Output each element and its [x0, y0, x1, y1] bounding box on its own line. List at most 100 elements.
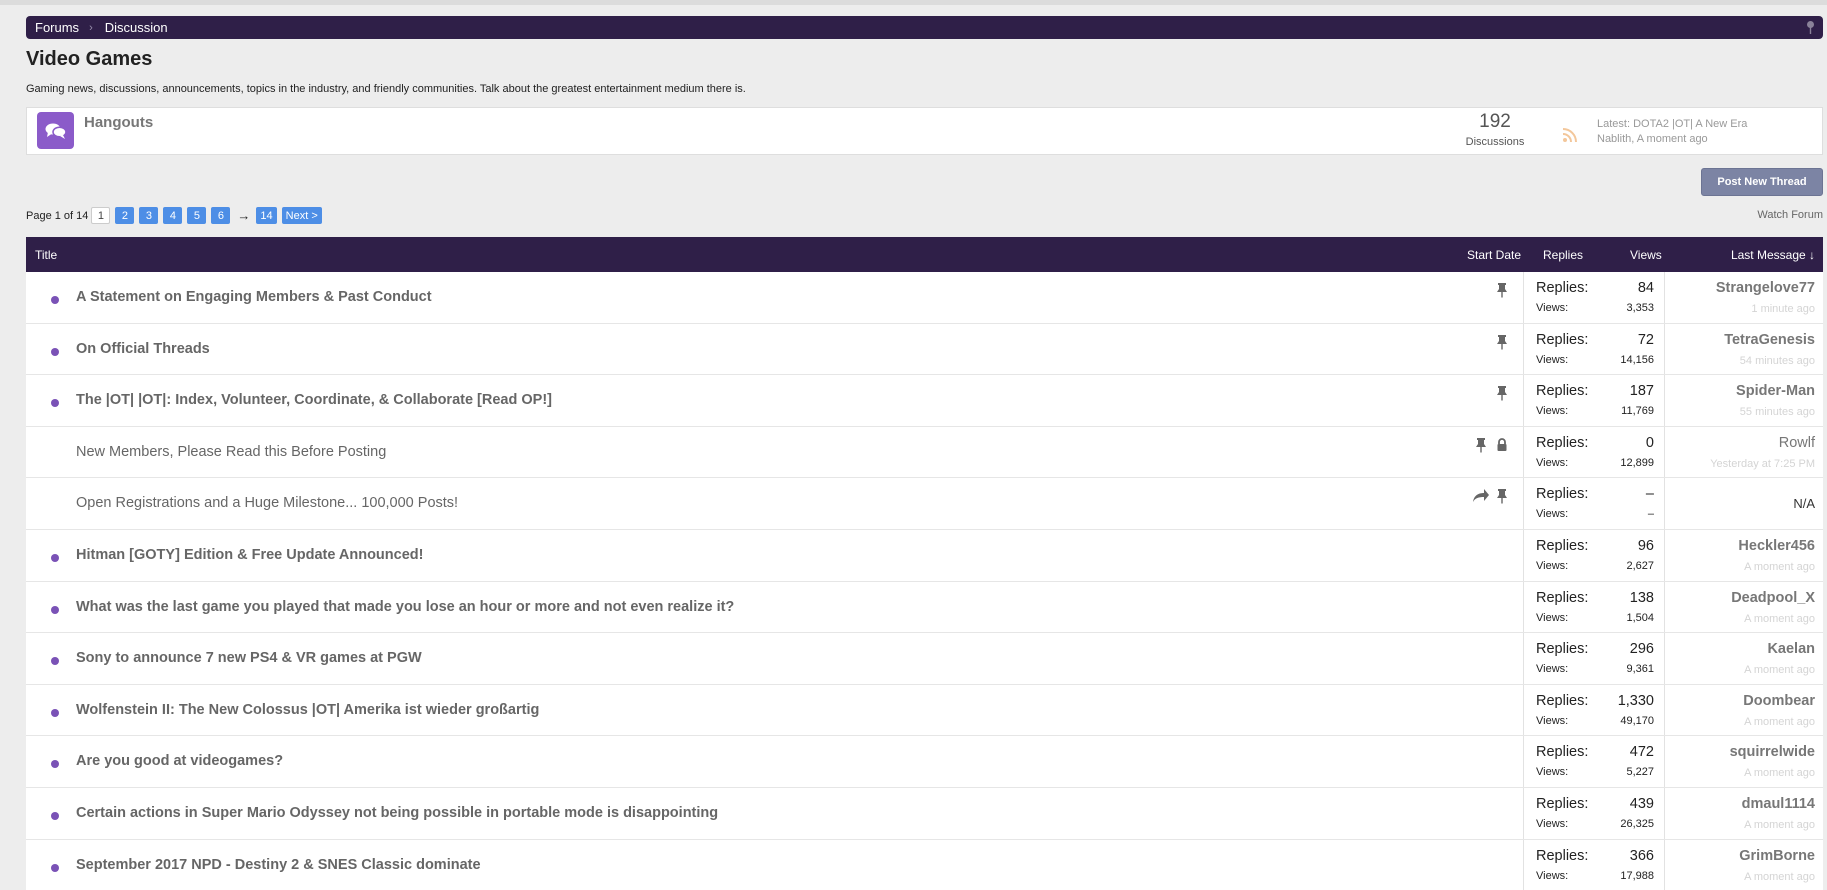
views-label: Views:	[1536, 869, 1569, 882]
sticky-pin-icon	[1476, 437, 1486, 453]
next-page-button[interactable]: Next >	[281, 207, 322, 224]
page-link-current[interactable]: 1	[91, 207, 111, 224]
latest-thread-link[interactable]: Latest: DOTA2 |OT| A New Era	[1597, 117, 1747, 132]
thread-title[interactable]: Open Registrations and a Huge Milestone.…	[76, 495, 458, 511]
column-replies[interactable]: Replies	[1543, 248, 1583, 262]
thread-title[interactable]: Are you good at videogames?	[76, 753, 283, 769]
replies-count: 187	[1629, 383, 1654, 400]
top-strip	[0, 0, 1827, 5]
last-message-user[interactable]: Heckler456	[1738, 538, 1815, 554]
watch-forum-link[interactable]: Watch Forum	[1757, 209, 1823, 221]
post-new-thread-button[interactable]: Post New Thread	[1701, 168, 1823, 196]
replies-count: 439	[1629, 795, 1654, 812]
page-link[interactable]: 2	[115, 207, 135, 224]
replies-label: Replies:	[1536, 641, 1589, 658]
last-message-user[interactable]: TetraGenesis	[1724, 332, 1815, 348]
thread-title[interactable]: New Members, Please Read this Before Pos…	[76, 444, 386, 460]
column-views[interactable]: Views	[1630, 248, 1662, 262]
last-message-time[interactable]: 1 minute ago	[1751, 303, 1815, 315]
replies-count: 1,330	[1617, 692, 1654, 709]
location-pin-icon[interactable]	[1806, 20, 1815, 34]
last-message-time[interactable]: A moment ago	[1744, 819, 1815, 831]
chat-bubbles-icon	[37, 112, 74, 149]
replies-label: Replies:	[1536, 795, 1589, 812]
last-message-time[interactable]: A moment ago	[1744, 561, 1815, 573]
breadcrumb-forums[interactable]: Forums	[35, 20, 79, 35]
page-link-last[interactable]: 14	[256, 207, 277, 224]
latest-thread-by[interactable]: Nablith, A moment ago	[1597, 132, 1747, 147]
table-row: Are you good at videogames? Replies: 472…	[26, 736, 1823, 788]
column-title[interactable]: Title	[35, 248, 57, 262]
replies-label: Replies:	[1536, 744, 1589, 761]
views-label: Views:	[1536, 714, 1569, 727]
views-label: Views:	[1536, 302, 1569, 314]
replies-label: Replies:	[1536, 331, 1589, 348]
page-title: Video Games	[26, 48, 153, 70]
thread-title[interactable]: On Official Threads	[76, 341, 210, 357]
unread-dot	[51, 553, 59, 562]
last-message-user[interactable]: Strangelove77	[1716, 280, 1815, 296]
lock-icon	[1497, 437, 1507, 451]
last-message-user[interactable]: Doombear	[1743, 693, 1815, 709]
subforum-hangouts: Hangouts 192 Discussions Latest: DOTA2 |…	[26, 107, 1823, 155]
views-label: Views:	[1536, 817, 1569, 830]
last-message-time[interactable]: 54 minutes ago	[1740, 355, 1815, 367]
sticky-pin-icon	[1497, 489, 1507, 505]
table-row: What was the last game you played that m…	[26, 581, 1823, 634]
last-message-time[interactable]: Yesterday at 7:25 PM	[1710, 458, 1815, 470]
thread-title[interactable]: A Statement on Engaging Members & Past C…	[76, 289, 432, 305]
views-label: Views:	[1536, 663, 1569, 676]
views-count: 17,988	[1620, 869, 1654, 882]
page-link[interactable]: 4	[163, 207, 183, 224]
page-link[interactable]: 3	[139, 207, 159, 224]
views-label: Views:	[1536, 353, 1569, 366]
replies-label: Replies:	[1536, 486, 1589, 503]
table-row: A Statement on Engaging Members & Past C…	[26, 272, 1823, 324]
page-link[interactable]: 5	[187, 207, 207, 224]
table-row: Sony to announce 7 new PS4 & VR games at…	[26, 633, 1823, 685]
unread-dot	[51, 760, 59, 769]
thread-title[interactable]: What was the last game you played that m…	[76, 599, 734, 615]
unread-dot	[51, 811, 59, 820]
sticky-pin-icon	[1497, 386, 1507, 402]
rss-icon[interactable]	[1562, 128, 1577, 143]
thread-list-header: Title Start Date Replies Views Last Mess…	[26, 237, 1823, 272]
unread-dot	[51, 399, 59, 408]
last-message-time[interactable]: A moment ago	[1744, 664, 1815, 676]
breadcrumb-discussion[interactable]: Discussion	[105, 20, 168, 35]
breadcrumb-separator: ›	[89, 21, 93, 34]
thread-title[interactable]: The |OT| |OT|: Index, Volunteer, Coordin…	[76, 392, 552, 408]
thread-title[interactable]: Certain actions in Super Mario Odyssey n…	[76, 805, 718, 821]
last-message-time[interactable]: 55 minutes ago	[1740, 406, 1815, 418]
last-message-user[interactable]: GrimBorne	[1739, 848, 1815, 864]
last-message-time[interactable]: A moment ago	[1744, 613, 1815, 625]
page-jump-arrow[interactable]: →	[237, 208, 250, 223]
last-message-user[interactable]: Spider-Man	[1736, 383, 1815, 399]
thread-title[interactable]: September 2017 NPD - Destiny 2 & SNES Cl…	[76, 857, 481, 873]
last-message-user[interactable]: Kaelan	[1767, 641, 1815, 657]
page-link[interactable]: 6	[211, 207, 231, 224]
last-message-time[interactable]: A moment ago	[1744, 716, 1815, 728]
replies-count: 96	[1637, 537, 1654, 554]
thread-title[interactable]: Hitman [GOTY] Edition & Free Update Anno…	[76, 547, 423, 563]
thread-title[interactable]: Sony to announce 7 new PS4 & VR games at…	[76, 650, 422, 666]
last-message-user[interactable]: squirrelwide	[1730, 744, 1815, 760]
views-count: 3,353	[1626, 302, 1654, 314]
replies-count: 138	[1629, 589, 1654, 606]
last-message-user[interactable]: Rowlf	[1779, 435, 1815, 451]
subforum-name[interactable]: Hangouts	[84, 114, 153, 131]
views-count: 49,170	[1620, 714, 1654, 727]
last-message-user[interactable]: Deadpool_X	[1731, 590, 1815, 606]
unread-dot	[51, 296, 59, 304]
views-count: 12,899	[1620, 456, 1654, 469]
last-message-user[interactable]: dmaul1114	[1742, 796, 1815, 812]
thread-title[interactable]: Wolfenstein II: The New Colossus |OT| Am…	[76, 702, 539, 718]
discussion-count-label: Discussions	[1465, 136, 1525, 148]
views-label: Views:	[1536, 405, 1569, 418]
replies-count: 296	[1629, 641, 1654, 658]
last-message-time[interactable]: A moment ago	[1744, 871, 1815, 883]
column-last-message[interactable]: Last Message ↓	[1731, 248, 1815, 262]
thread-list: A Statement on Engaging Members & Past C…	[26, 272, 1823, 890]
last-message-time[interactable]: A moment ago	[1744, 767, 1815, 779]
column-start-date[interactable]: Start Date	[1467, 248, 1521, 262]
